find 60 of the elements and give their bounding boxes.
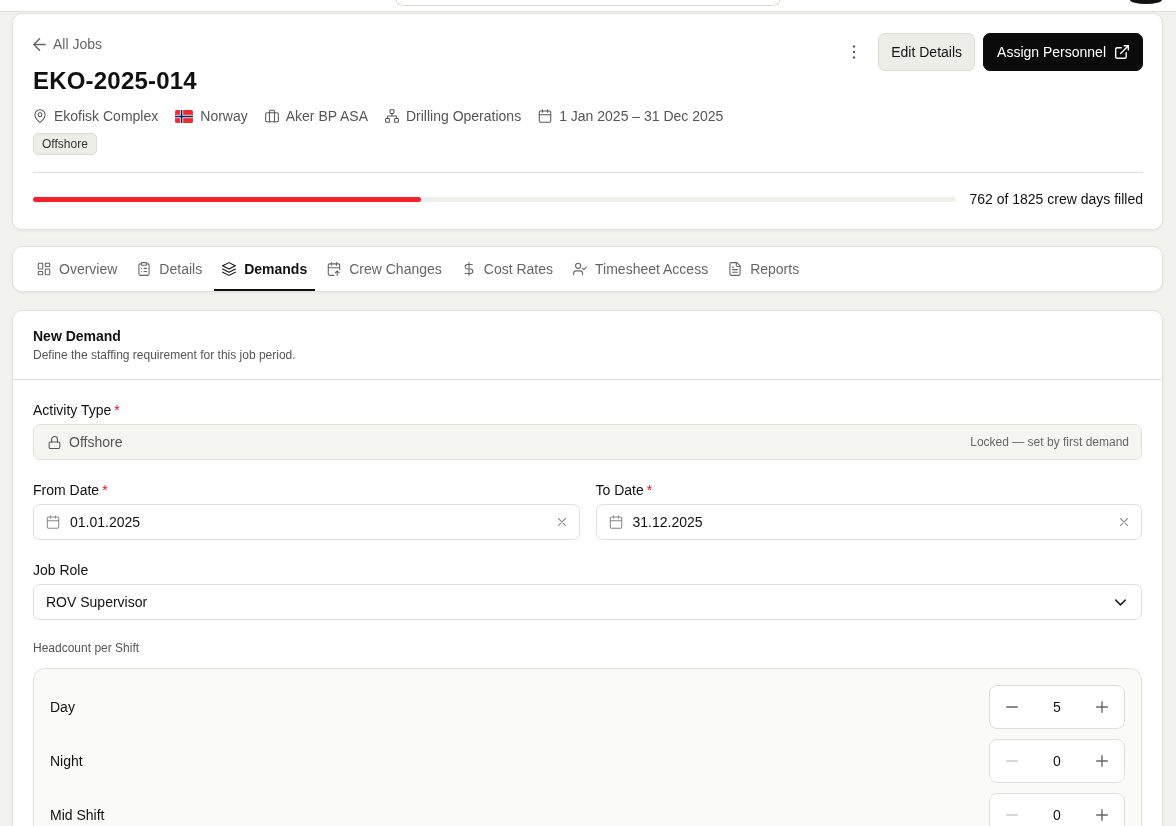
layers-icon (222, 262, 237, 276)
form-title: New Demand (33, 327, 122, 346)
tab[interactable]: Details (129, 247, 211, 291)
flag-icon (175, 109, 194, 123)
field-label: Job Role (33, 561, 90, 580)
job-title: EKO-2025-014 (33, 66, 198, 96)
briefcase-icon (264, 109, 279, 123)
tab[interactable]: Overview (29, 247, 126, 291)
activity-type-field[interactable]: Offshore Locked — set by first demand (33, 424, 1142, 460)
assign-personnel-button[interactable]: Assign Personnel (983, 33, 1143, 71)
increment-button[interactable] (1095, 809, 1108, 821)
search-field[interactable] (396, 0, 780, 6)
calendar-icon (608, 515, 623, 529)
hierarchy-icon (384, 109, 399, 123)
field-label: To Date * (595, 481, 654, 500)
user-check-icon (573, 262, 588, 276)
tab[interactable]: Reports (720, 247, 808, 291)
lock-icon (48, 435, 61, 449)
tab[interactable]: Cost Rates (453, 247, 562, 291)
form-subtitle: Define the staffing requirement for this job period. (33, 347, 297, 363)
increment-button[interactable] (1095, 701, 1108, 713)
external-link-icon (1115, 45, 1129, 59)
headcount-stepper[interactable]: 5 (989, 685, 1125, 729)
tab[interactable]: Demands (214, 247, 316, 291)
edit-details-button[interactable]: Edit Details (878, 33, 976, 71)
job-client: Aker BP ASA (285, 107, 368, 126)
job-role-select[interactable]: ROV Supervisor (33, 584, 1142, 620)
job-period: 1 Jan 2025 – 31 Dec 2025 (559, 107, 724, 126)
tab[interactable]: Timesheet Access (565, 247, 717, 291)
progress-reading: 762 of 1825 crew days filled (969, 190, 1143, 209)
headcount-label: Headcount per Shift (33, 640, 141, 656)
calendar-icon (46, 515, 60, 529)
calendar-arrow-icon (327, 262, 342, 276)
document-icon (728, 262, 743, 276)
headcount-stepper[interactable]: 0 (989, 793, 1125, 826)
shift-name: Night (50, 752, 83, 771)
locked-hint: Locked — set by first demand (970, 435, 1129, 449)
increment-button[interactable] (1095, 755, 1108, 767)
clear-icon[interactable] (1120, 518, 1128, 526)
clear-icon[interactable] (557, 518, 566, 526)
shift-name: Day (50, 698, 75, 717)
field-label: From Date * (33, 481, 109, 500)
arrow-left-icon (33, 37, 46, 51)
activity-type-tag: Offshore (33, 133, 97, 155)
shift-name: Mid Shift (50, 806, 105, 825)
back-link[interactable]: All Jobs (33, 33, 103, 55)
chevron-down-icon (1115, 598, 1126, 606)
dashboard-grid-icon (37, 262, 51, 276)
job-department: Drilling Operations (405, 107, 522, 126)
job-location: Ekofisk Complex (54, 107, 159, 126)
more-options-button[interactable] (852, 45, 857, 59)
date-field[interactable]: 31.12.2025 (595, 504, 1142, 540)
tab[interactable]: Crew Changes (319, 247, 450, 291)
map-pin-icon (33, 109, 47, 123)
headcount-stepper[interactable]: 0 (989, 739, 1125, 783)
clipboard-icon (137, 262, 152, 276)
calendar-icon (538, 109, 553, 123)
date-field[interactable]: 01.01.2025 (33, 504, 580, 540)
field-label: Activity Type * (33, 401, 121, 420)
job-country: Norway (200, 107, 248, 126)
